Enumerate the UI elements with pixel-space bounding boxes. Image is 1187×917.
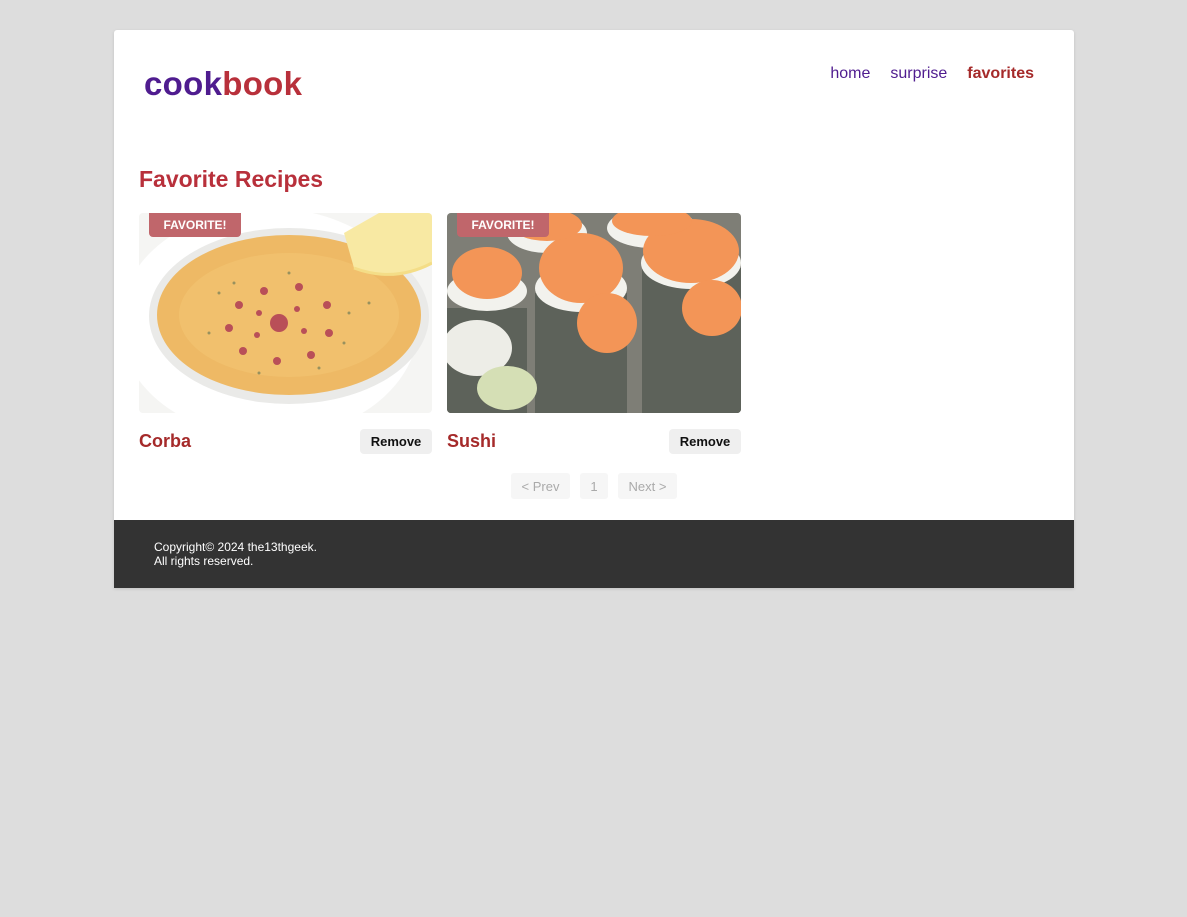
page-number-button[interactable]: 1	[580, 473, 608, 499]
site-footer: Copyright© 2024 the13thgeek. All rights …	[114, 520, 1074, 588]
remove-button[interactable]: Remove	[360, 428, 432, 454]
prev-page-button[interactable]: < Prev	[511, 473, 570, 499]
recipe-grid: FAVORITE! Corba Remove FAVORITE! Sushi R…	[139, 213, 741, 454]
copyright-text: Copyright© 2024 the13thgeek. All rights …	[154, 540, 317, 568]
page-title: Favorite Recipes	[139, 166, 324, 192]
nav-link-surprise[interactable]: surprise	[890, 64, 947, 84]
recipe-card: FAVORITE! Corba Remove	[139, 213, 432, 454]
next-page-button[interactable]: Next >	[618, 473, 677, 499]
favorite-badge: FAVORITE!	[457, 213, 549, 237]
logo-text-cook: cook	[144, 65, 223, 102]
recipe-title[interactable]: Sushi	[447, 431, 496, 452]
recipe-image-sushi[interactable]: FAVORITE!	[447, 213, 741, 413]
nav-link-home[interactable]: home	[830, 64, 870, 84]
copyright-line: Copyright© 2024 the13thgeek.	[154, 540, 317, 554]
recipe-card: FAVORITE! Sushi Remove	[447, 213, 741, 454]
recipe-title[interactable]: Corba	[139, 431, 191, 452]
remove-button[interactable]: Remove	[669, 428, 741, 454]
recipe-image-corba[interactable]: FAVORITE!	[139, 213, 432, 413]
page-container: cookbook home surprise favorites Favorit…	[114, 30, 1074, 588]
favorite-badge: FAVORITE!	[149, 213, 241, 237]
nav-link-favorites[interactable]: favorites	[967, 64, 1034, 84]
logo-text-book: book	[222, 65, 303, 102]
rights-line: All rights reserved.	[154, 554, 254, 568]
main-nav: home surprise favorites	[830, 64, 1034, 84]
pagination: < Prev 1 Next >	[511, 473, 677, 499]
logo[interactable]: cookbook	[144, 64, 302, 104]
